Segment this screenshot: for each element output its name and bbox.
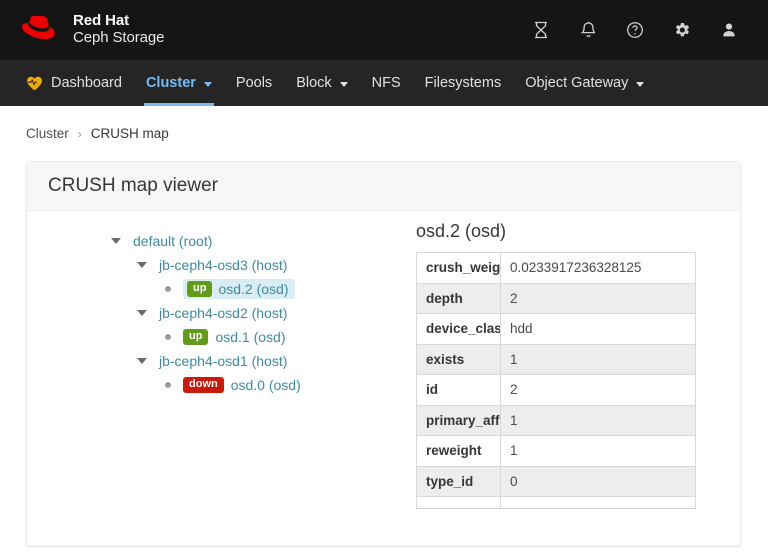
table-row: type_id 0 xyxy=(416,465,696,497)
node-attributes-table: crush_weight 0.0233917236328125 depth 2 … xyxy=(416,252,696,509)
nav-item-cluster-label: Cluster xyxy=(145,75,196,91)
breadcrumb-item-cluster[interactable]: Cluster xyxy=(26,126,69,141)
attribute-key: exists xyxy=(416,343,501,375)
attribute-key: device_class xyxy=(416,313,501,345)
attribute-value: 0.0233917236328125 xyxy=(500,252,696,284)
tasks-hourglass-icon[interactable] xyxy=(532,21,550,39)
tree-node-label[interactable]: default (root) xyxy=(133,233,212,249)
brand-name-line2: Ceph Storage xyxy=(73,29,165,46)
tree-node-selected-wrapper[interactable]: up osd.2 (osd) xyxy=(183,279,295,299)
tree-node-label[interactable]: osd.0 (osd) xyxy=(231,377,301,393)
attribute-key: type_id xyxy=(416,465,501,497)
nav-item-block-label: Block xyxy=(296,75,332,91)
tree-node-label[interactable]: jb-ceph4-osd3 (host) xyxy=(159,257,287,273)
node-detail-title: osd.2 (osd) xyxy=(416,221,507,241)
brand-logo-area[interactable]: Red Hat Ceph Storage xyxy=(22,12,165,47)
nav-item-dashboard-label: Dashboard xyxy=(51,75,122,91)
nav-item-cluster[interactable]: Cluster xyxy=(134,60,224,106)
attribute-value: 2 xyxy=(500,374,696,406)
caret-down-icon[interactable] xyxy=(111,238,121,244)
table-row: device_class hdd xyxy=(416,313,696,345)
table-row: id 2 xyxy=(416,374,696,406)
node-detail-pane: osd.2 (osd) crush_weight 0.0233917236328… xyxy=(412,211,740,545)
nav-item-nfs-label: NFS xyxy=(371,75,401,91)
nav-item-dashboard[interactable]: Dashboard xyxy=(16,60,134,106)
nav-item-filesystems[interactable]: Filesystems xyxy=(413,60,514,106)
tree-node-jb-ceph4-osd1[interactable]: jb-ceph4-osd1 (host) xyxy=(27,349,412,373)
tree-node-label[interactable]: osd.2 (osd) xyxy=(218,281,288,297)
tree-node-label[interactable]: jb-ceph4-osd2 (host) xyxy=(159,305,287,321)
tree-node-jb-ceph4-osd2[interactable]: jb-ceph4-osd2 (host) xyxy=(27,301,412,325)
nav-item-object-gateway-label: Object Gateway xyxy=(525,75,629,91)
top-bar-icon-group xyxy=(532,21,746,39)
tree-node-osd-2[interactable]: up osd.2 (osd) xyxy=(27,277,412,301)
tree-node-label[interactable]: jb-ceph4-osd1 (host) xyxy=(159,353,287,369)
bullet-icon xyxy=(165,382,171,388)
help-circle-icon[interactable] xyxy=(626,21,644,39)
table-row: depth 2 xyxy=(416,282,696,314)
attribute-key: primary_affinity xyxy=(416,404,501,436)
table-row: crush_weight 0.0233917236328125 xyxy=(416,252,696,284)
attribute-key: depth xyxy=(416,282,501,314)
bullet-icon xyxy=(165,286,171,292)
main-navigation: Dashboard Cluster Pools Block NFS Filesy… xyxy=(0,60,768,106)
caret-down-icon[interactable] xyxy=(137,262,147,268)
tree-node-osd-1[interactable]: up osd.1 (osd) xyxy=(27,325,412,349)
tree-node-osd-0[interactable]: down osd.0 (osd) xyxy=(27,373,412,397)
breadcrumb-separator-icon: › xyxy=(77,126,82,141)
nav-item-object-gateway[interactable]: Object Gateway xyxy=(513,60,656,106)
tree-node-label[interactable]: osd.1 (osd) xyxy=(215,329,285,345)
nav-item-block[interactable]: Block xyxy=(284,60,359,106)
status-badge: up xyxy=(183,329,209,345)
user-account-icon[interactable] xyxy=(720,21,738,39)
status-badge: down xyxy=(183,377,224,393)
table-row: primary_affinity 1 xyxy=(416,404,696,436)
chevron-down-icon xyxy=(203,81,212,87)
spacer-cell xyxy=(416,496,501,509)
spacer-cell xyxy=(500,496,696,509)
attribute-key: id xyxy=(416,374,501,406)
notifications-bell-icon[interactable] xyxy=(579,21,597,39)
table-row-spacer xyxy=(416,496,696,509)
tree-node-jb-ceph4-osd3[interactable]: jb-ceph4-osd3 (host) xyxy=(27,253,412,277)
table-row: exists 1 xyxy=(416,343,696,375)
attribute-key: reweight xyxy=(416,435,501,467)
status-badge: up xyxy=(187,281,213,297)
caret-down-icon[interactable] xyxy=(137,358,147,364)
attribute-value: hdd xyxy=(500,313,696,345)
attribute-value: 1 xyxy=(500,343,696,375)
top-bar: Red Hat Ceph Storage xyxy=(0,0,768,60)
crush-tree: default (root) jb-ceph4-osd3 (host) up o… xyxy=(27,211,412,545)
attribute-value: 1 xyxy=(500,404,696,436)
heart-pulse-icon xyxy=(26,75,43,92)
redhat-fedora-logo-icon xyxy=(22,16,62,44)
chevron-down-icon xyxy=(339,81,348,87)
nav-item-filesystems-label: Filesystems xyxy=(424,75,502,91)
tree-node-default-root[interactable]: default (root) xyxy=(27,229,412,253)
attribute-key: crush_weight xyxy=(416,252,501,284)
settings-gear-icon[interactable] xyxy=(673,21,691,39)
attribute-value: 2 xyxy=(500,282,696,314)
attribute-value: 1 xyxy=(500,435,696,467)
attribute-value: 0 xyxy=(500,465,696,497)
breadcrumb: Cluster › CRUSH map xyxy=(0,106,768,144)
nav-item-pools[interactable]: Pools xyxy=(224,60,284,106)
card-header: CRUSH map viewer xyxy=(27,162,740,211)
caret-down-icon[interactable] xyxy=(137,310,147,316)
bullet-icon xyxy=(165,334,171,340)
brand-name-line1: Red Hat xyxy=(73,12,129,30)
card-body: default (root) jb-ceph4-osd3 (host) up o… xyxy=(27,211,740,545)
nav-item-nfs[interactable]: NFS xyxy=(360,60,413,106)
page-title: CRUSH map viewer xyxy=(48,175,218,196)
breadcrumb-item-crush-map: CRUSH map xyxy=(90,126,169,141)
table-row: reweight 1 xyxy=(416,435,696,467)
nav-item-pools-label: Pools xyxy=(235,75,273,91)
chevron-down-icon xyxy=(636,81,645,87)
crush-map-viewer-card: CRUSH map viewer default (root) jb-ceph4… xyxy=(26,161,741,546)
